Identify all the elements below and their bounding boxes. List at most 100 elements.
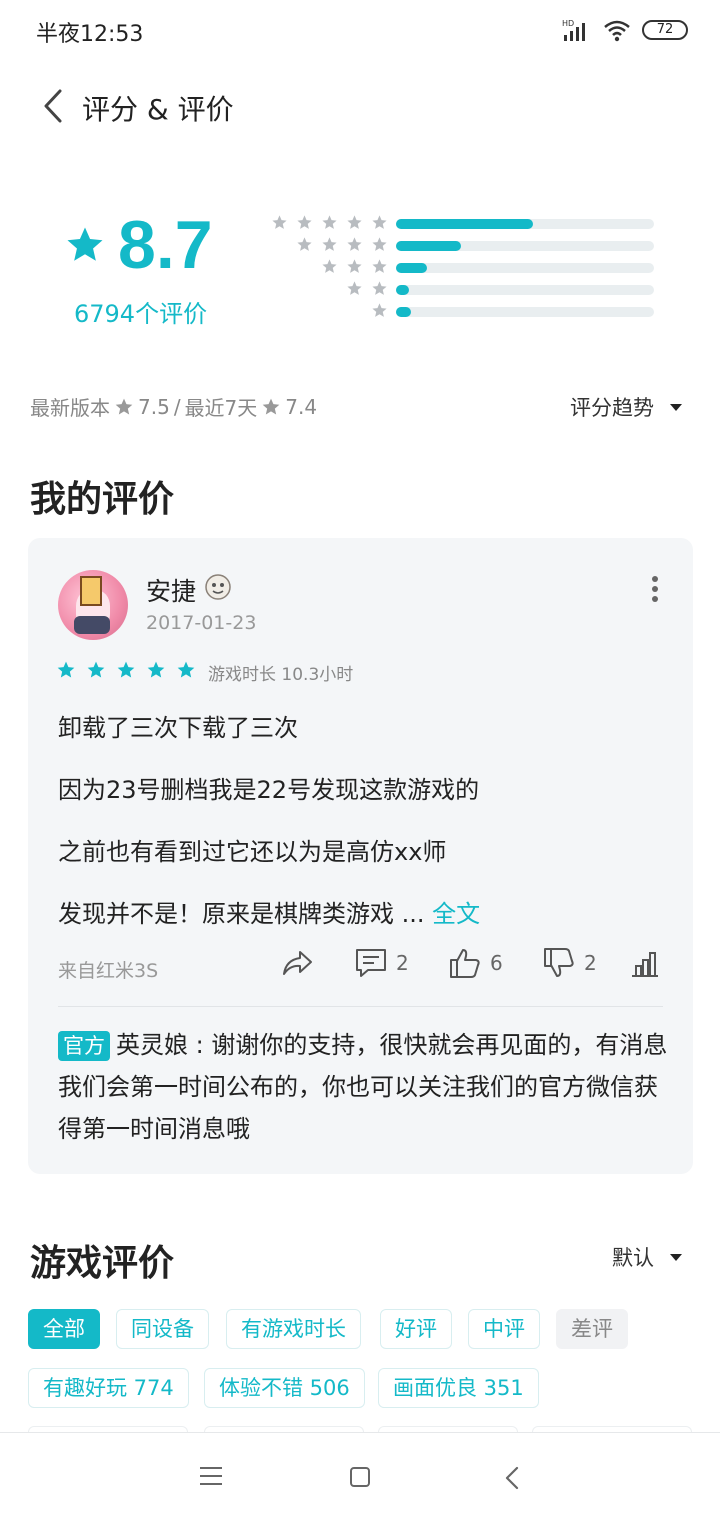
star-icon: [372, 259, 387, 273]
review-text-line: 因为23号删档我是22号发现这款游戏的: [58, 776, 480, 804]
network-label: HD: [562, 19, 574, 28]
filter-tag-positive[interactable]: 好评: [380, 1309, 452, 1349]
distribution-bar: [396, 263, 654, 273]
distribution-stars: [271, 214, 388, 234]
comment-icon: [356, 949, 386, 977]
distribution-bar: [396, 285, 654, 295]
share-button[interactable]: [280, 946, 314, 980]
filter-tag-good-experience[interactable]: 体验不错 506: [204, 1368, 365, 1408]
star-icon: [297, 237, 312, 251]
official-tag: 官方: [58, 1031, 110, 1061]
star-icon: [347, 281, 362, 295]
distribution-bar-fill: [396, 241, 461, 251]
recent-score: 7.4: [285, 394, 318, 419]
page-title: 评分 & 评价: [82, 93, 234, 126]
star-icon: [67, 227, 103, 261]
star-icon: [147, 661, 165, 678]
distribution-bar-fill: [396, 285, 409, 295]
header: 评分 & 评价: [0, 70, 720, 142]
star-icon: [115, 398, 133, 414]
caret-down-icon: [670, 403, 682, 411]
star-icon: [347, 237, 362, 251]
filter-tag-fun[interactable]: 有趣好玩 774: [28, 1368, 189, 1408]
thumbs-down-icon: [544, 948, 574, 977]
star-icon: [372, 215, 387, 229]
review-text-line: 发现并不是！原来是棋牌类游戏 ...: [58, 900, 425, 928]
distribution-stars: [296, 236, 388, 256]
distribution-row: [260, 302, 660, 322]
dislike-count: 2: [584, 951, 597, 975]
rating-count: 6794个评价: [74, 300, 208, 328]
review-text-line: 之前也有看到过它还以为是高仿xx师: [58, 838, 447, 866]
average-score: 8.7: [118, 207, 213, 283]
status-time: 半夜12:53: [36, 22, 144, 47]
star-icon: [262, 398, 280, 414]
filter-tag-neutral[interactable]: 中评: [468, 1309, 540, 1349]
dislike-button[interactable]: 2: [542, 946, 597, 980]
filter-tag-all[interactable]: 全部: [28, 1309, 100, 1349]
cell-signal-icon: HD: [562, 19, 585, 41]
distribution-bar-fill: [396, 307, 412, 317]
distribution-row: [260, 280, 660, 300]
comment-count: 2: [396, 951, 409, 975]
rating-trend-dropdown[interactable]: 评分趋势: [570, 392, 682, 422]
system-nav-bar: [0, 1432, 720, 1520]
distribution-stars: [371, 302, 388, 322]
sort-dropdown[interactable]: 默认: [612, 1242, 682, 1272]
bar-chart-icon: [632, 952, 658, 977]
review-date: 2017-01-23: [146, 612, 257, 634]
filter-tag-play-time[interactable]: 有游戏时长: [226, 1309, 361, 1349]
distribution-bar: [396, 219, 654, 229]
version-ratings: 最新版本 7.5 / 最近7天 7.4: [30, 392, 317, 421]
play-time: 游戏时长 10.3小时: [208, 665, 354, 685]
back-arrow-icon[interactable]: [40, 88, 68, 124]
distribution-stars: [346, 280, 388, 300]
filter-tag-same-device[interactable]: 同设备: [116, 1309, 209, 1349]
version-separator: /: [173, 394, 181, 419]
device-label: 来自红米3S: [58, 960, 159, 982]
stats-button[interactable]: [628, 946, 662, 980]
official-reply: 官方 英灵娘 : 谢谢你的支持，很快就会再见面的，有消息我们会第一时间公布的，你也…: [58, 1024, 668, 1150]
full-text-link[interactable]: 全文: [432, 900, 480, 928]
more-options-icon[interactable]: [651, 576, 659, 602]
star-icon: [57, 661, 75, 678]
star-icon: [347, 259, 362, 273]
star-icon: [297, 215, 312, 229]
home-icon[interactable]: [350, 1467, 370, 1487]
status-bar: 半夜12:53 HD 72: [0, 0, 720, 60]
divider: [58, 1006, 663, 1007]
distribution-bar: [396, 241, 654, 251]
user-badge-icon: [205, 574, 231, 600]
review-text-line-last: 发现并不是！原来是棋牌类游戏 ... 全文: [58, 894, 480, 929]
distribution-bar-fill: [396, 219, 533, 229]
wifi-icon: [604, 20, 630, 42]
distribution-row: [260, 214, 660, 234]
filter-tag-negative[interactable]: 差评: [556, 1309, 628, 1349]
star-icon: [117, 661, 135, 678]
latest-version-label: 最新版本: [30, 396, 110, 420]
back-nav-icon[interactable]: [502, 1465, 522, 1491]
user-name[interactable]: 安捷: [146, 572, 196, 608]
star-icon: [347, 215, 362, 229]
distribution-row: [260, 258, 660, 278]
share-icon: [283, 951, 312, 975]
avatar[interactable]: [58, 570, 128, 640]
thumbs-up-icon: [450, 949, 480, 978]
sort-label: 默认: [612, 1246, 654, 1270]
like-count: 6: [490, 951, 503, 975]
like-button[interactable]: 6: [448, 946, 503, 980]
review-stars: [56, 660, 196, 680]
menu-icon[interactable]: [200, 1467, 222, 1485]
star-icon: [372, 281, 387, 295]
distribution-stars: [321, 258, 388, 278]
battery-indicator: 72: [642, 20, 688, 40]
avatar-hat: [80, 576, 102, 606]
my-review-title: 我的评价: [30, 479, 175, 520]
review-text-line: 卸载了三次下载了三次: [58, 714, 298, 742]
distribution-row: [260, 236, 660, 256]
star-icon: [372, 303, 387, 317]
filter-tag-good-graphics[interactable]: 画面优良 351: [378, 1368, 539, 1408]
star-icon: [322, 215, 337, 229]
comment-button[interactable]: 2: [354, 946, 409, 980]
caret-down-icon: [670, 1253, 682, 1261]
